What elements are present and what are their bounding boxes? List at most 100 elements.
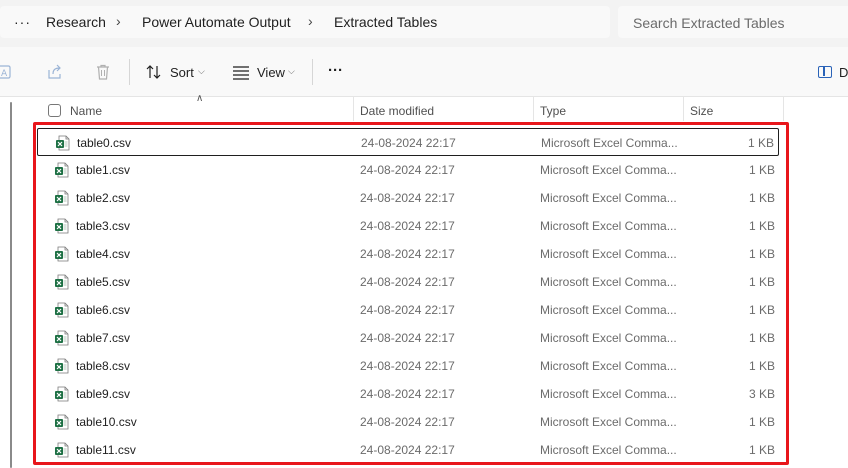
rename-icon[interactable]: A <box>0 63 14 81</box>
file-row[interactable]: table0.csv 24-08-2024 22:17 Microsoft Exce… <box>37 128 779 156</box>
file-size: 1 KB <box>748 163 775 177</box>
excel-csv-file-icon <box>55 302 69 318</box>
file-name: table9.csv <box>76 387 131 401</box>
file-size: 1 KB <box>748 275 775 289</box>
file-type: Microsoft Excel Comma... <box>540 275 677 289</box>
toolbar-divider <box>129 59 130 85</box>
excel-csv-file-icon <box>55 162 69 178</box>
file-date-modified: 24-08-2024 22:17 <box>360 219 455 233</box>
breadcrumb-item-power-automate-output[interactable]: Power Automate Output <box>142 14 291 30</box>
file-size: 1 KB <box>747 136 774 150</box>
file-size: 1 KB <box>748 331 775 345</box>
column-divider[interactable] <box>683 97 684 121</box>
search-input[interactable]: Search Extracted Tables <box>618 6 848 38</box>
file-type: Microsoft Excel Comma... <box>540 443 677 457</box>
search-placeholder: Search Extracted Tables <box>633 15 785 31</box>
breadcrumb-overflow-button[interactable]: ··· <box>14 14 31 30</box>
svg-text:A: A <box>1 69 8 79</box>
sort-button[interactable]: Sort <box>170 65 194 80</box>
file-type: Microsoft Excel Comma... <box>541 136 678 150</box>
navigation-scrollbar[interactable] <box>10 102 12 468</box>
file-size: 1 KB <box>748 359 775 373</box>
column-header-name[interactable]: Name <box>70 104 102 118</box>
file-date-modified: 24-08-2024 22:17 <box>360 163 455 177</box>
file-date-modified: 24-08-2024 22:17 <box>360 359 455 373</box>
chevron-right-icon[interactable]: › <box>116 13 121 29</box>
file-type: Microsoft Excel Comma... <box>540 163 677 177</box>
delete-icon[interactable] <box>94 63 112 81</box>
file-name: table8.csv <box>76 359 131 373</box>
column-header-date[interactable]: Date modified <box>360 104 434 118</box>
details-pane-icon[interactable] <box>818 66 832 78</box>
file-name: table5.csv <box>76 275 131 289</box>
file-date-modified: 24-08-2024 22:17 <box>360 331 455 345</box>
file-row[interactable]: table8.csv 24-08-2024 22:17 Microsoft Exce… <box>37 352 779 380</box>
excel-csv-file-icon <box>55 358 69 374</box>
column-headers: Name Date modified Type Size <box>36 97 848 123</box>
file-row[interactable]: table10.csv 24-08-2024 22:17 Microsoft Exc… <box>37 408 779 436</box>
file-date-modified: 24-08-2024 22:17 <box>360 191 455 205</box>
file-date-modified: 24-08-2024 22:17 <box>360 387 455 401</box>
file-size: 1 KB <box>748 247 775 261</box>
file-row[interactable]: table11.csv 24-08-2024 22:17 Microsoft Exc… <box>37 436 779 464</box>
file-size: 1 KB <box>748 303 775 317</box>
column-divider[interactable] <box>533 97 534 121</box>
excel-csv-file-icon <box>55 246 69 262</box>
file-date-modified: 24-08-2024 22:17 <box>360 303 455 317</box>
file-date-modified: 24-08-2024 22:17 <box>360 275 455 289</box>
file-type: Microsoft Excel Comma... <box>540 415 677 429</box>
file-date-modified: 24-08-2024 22:17 <box>360 247 455 261</box>
file-row[interactable]: table2.csv 24-08-2024 22:17 Microsoft Exce… <box>37 184 779 212</box>
file-type: Microsoft Excel Comma... <box>540 331 677 345</box>
file-size: 1 KB <box>748 443 775 457</box>
file-row[interactable]: table7.csv 24-08-2024 22:17 Microsoft Exce… <box>37 324 779 352</box>
breadcrumb[interactable]: ··· Research › Power Automate Output › E… <box>0 6 610 38</box>
file-size: 3 KB <box>748 387 775 401</box>
column-header-type[interactable]: Type <box>540 104 566 118</box>
details-button-label[interactable]: D <box>839 65 848 80</box>
share-icon[interactable] <box>46 63 64 81</box>
file-date-modified: 24-08-2024 22:17 <box>360 415 455 429</box>
file-name: table3.csv <box>76 219 131 233</box>
file-type: Microsoft Excel Comma... <box>540 191 677 205</box>
file-name: table11.csv <box>76 443 136 457</box>
column-divider[interactable] <box>783 97 784 121</box>
file-row[interactable]: table5.csv 24-08-2024 22:17 Microsoft Exce… <box>37 268 779 296</box>
excel-csv-file-icon <box>56 135 70 151</box>
excel-csv-file-icon <box>55 442 69 458</box>
view-icon[interactable] <box>232 63 250 81</box>
file-name: table1.csv <box>76 163 131 177</box>
file-type: Microsoft Excel Comma... <box>540 303 677 317</box>
chevron-down-icon[interactable]: ⌵ <box>288 66 295 77</box>
chevron-right-icon[interactable]: › <box>308 13 313 29</box>
view-button[interactable]: View <box>257 65 285 80</box>
file-type: Microsoft Excel Comma... <box>540 387 677 401</box>
excel-csv-file-icon <box>55 190 69 206</box>
file-row[interactable]: table3.csv 24-08-2024 22:17 Microsoft Exce… <box>37 212 779 240</box>
breadcrumb-item-extracted-tables[interactable]: Extracted Tables <box>334 14 437 30</box>
file-row[interactable]: table6.csv 24-08-2024 22:17 Microsoft Exce… <box>37 296 779 324</box>
file-date-modified: 24-08-2024 22:17 <box>360 443 455 457</box>
address-bar: ··· Research › Power Automate Output › E… <box>0 0 848 47</box>
excel-csv-file-icon <box>55 218 69 234</box>
file-size: 1 KB <box>748 191 775 205</box>
file-size: 1 KB <box>748 415 775 429</box>
excel-csv-file-icon <box>55 330 69 346</box>
sort-icon[interactable] <box>145 63 163 81</box>
file-type: Microsoft Excel Comma... <box>540 247 677 261</box>
file-row[interactable]: table4.csv 24-08-2024 22:17 Microsoft Exce… <box>37 240 779 268</box>
command-bar: A Sort ⌵ View ⌵ ··· D <box>0 47 848 97</box>
more-options-button[interactable]: ··· <box>328 62 343 79</box>
file-size: 1 KB <box>748 219 775 233</box>
file-name: table0.csv <box>77 136 132 150</box>
chevron-down-icon[interactable]: ⌵ <box>198 66 205 77</box>
excel-csv-file-icon <box>55 414 69 430</box>
excel-csv-file-icon <box>55 274 69 290</box>
breadcrumb-item-research[interactable]: Research <box>46 14 106 30</box>
file-row[interactable]: table1.csv 24-08-2024 22:17 Microsoft Exce… <box>37 156 779 184</box>
column-divider[interactable] <box>353 97 354 121</box>
file-type: Microsoft Excel Comma... <box>540 219 677 233</box>
file-name: table4.csv <box>76 247 131 261</box>
column-header-size[interactable]: Size <box>690 104 713 118</box>
file-row[interactable]: table9.csv 24-08-2024 22:17 Microsoft Exce… <box>37 380 779 408</box>
